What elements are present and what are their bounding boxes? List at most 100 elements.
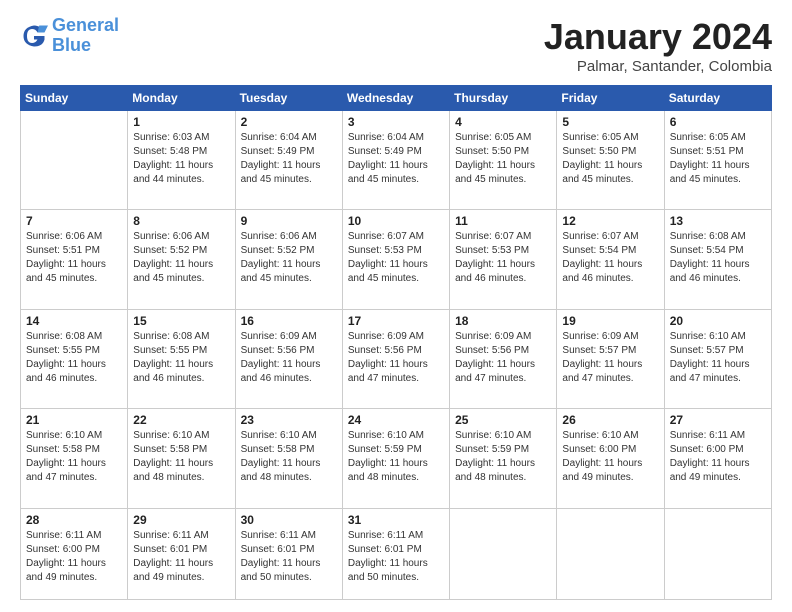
day-number: 18	[455, 314, 551, 328]
day-info: Sunrise: 6:03 AMSunset: 5:48 PMDaylight:…	[133, 131, 229, 187]
day-number: 21	[26, 413, 122, 427]
day-info: Sunrise: 6:11 AMSunset: 6:00 PMDaylight:…	[26, 529, 122, 585]
day-number: 8	[133, 214, 229, 228]
day-number: 10	[348, 214, 444, 228]
day-number: 9	[241, 214, 337, 228]
day-info: Sunrise: 6:07 AMSunset: 5:54 PMDaylight:…	[562, 230, 658, 286]
day-number: 27	[670, 413, 766, 427]
header-monday: Monday	[128, 86, 235, 111]
header: General Blue January 2024 Palmar, Santan…	[20, 16, 772, 75]
day-number: 5	[562, 115, 658, 129]
day-cell: 25Sunrise: 6:10 AMSunset: 5:59 PMDayligh…	[450, 409, 557, 508]
day-cell: 16Sunrise: 6:09 AMSunset: 5:56 PMDayligh…	[235, 309, 342, 408]
day-info: Sunrise: 6:09 AMSunset: 5:56 PMDaylight:…	[455, 330, 551, 386]
month-title: January 2024	[544, 16, 772, 58]
day-number: 11	[455, 214, 551, 228]
header-sunday: Sunday	[21, 86, 128, 111]
logo-blue: Blue	[52, 36, 119, 56]
logo-icon	[20, 22, 48, 50]
day-number: 6	[670, 115, 766, 129]
day-cell: 7Sunrise: 6:06 AMSunset: 5:51 PMDaylight…	[21, 210, 128, 309]
day-cell: 28 Sunrise: 6:11 AMSunset: 6:00 PMDayligh…	[21, 508, 128, 600]
day-cell	[450, 508, 557, 600]
day-cell: 23 Sunrise: 6:10 AMSunset: 5:58 PMDayligh…	[235, 409, 342, 508]
day-number: 31	[348, 513, 444, 527]
header-friday: Friday	[557, 86, 664, 111]
day-cell: 9 Sunrise: 6:06 AMSunset: 5:52 PMDaylight…	[235, 210, 342, 309]
day-number: 29	[133, 513, 229, 527]
day-number: 3	[348, 115, 444, 129]
day-info: Sunrise: 6:07 AMSunset: 5:53 PMDaylight:…	[348, 230, 444, 286]
logo-general: General	[52, 15, 119, 35]
day-number: 24	[348, 413, 444, 427]
day-cell: 13 Sunrise: 6:08 AMSunset: 5:54 PMDayligh…	[664, 210, 771, 309]
day-info: Sunrise: 6:07 AMSunset: 5:53 PMDaylight:…	[455, 230, 551, 286]
day-info: Sunrise: 6:06 AMSunset: 5:52 PMDaylight:…	[133, 230, 229, 286]
day-number: 13	[670, 214, 766, 228]
day-number: 30	[241, 513, 337, 527]
week-row-0: 1 Sunrise: 6:03 AMSunset: 5:48 PMDaylight…	[21, 111, 772, 210]
header-thursday: Thursday	[450, 86, 557, 111]
week-row-3: 21 Sunrise: 6:10 AMSunset: 5:58 PMDayligh…	[21, 409, 772, 508]
logo-text: General Blue	[52, 16, 119, 56]
day-number: 22	[133, 413, 229, 427]
day-cell: 31 Sunrise: 6:11 AMSunset: 6:01 PMDayligh…	[342, 508, 449, 600]
day-info: Sunrise: 6:05 AMSunset: 5:50 PMDaylight:…	[562, 131, 658, 187]
day-number: 12	[562, 214, 658, 228]
location: Palmar, Santander, Colombia	[544, 58, 772, 75]
day-info: Sunrise: 6:10 AMSunset: 5:58 PMDaylight:…	[133, 429, 229, 485]
day-cell	[21, 111, 128, 210]
day-info: Sunrise: 6:10 AMSunset: 5:57 PMDaylight:…	[670, 330, 766, 386]
day-cell: 5 Sunrise: 6:05 AMSunset: 5:50 PMDaylight…	[557, 111, 664, 210]
day-info: Sunrise: 6:09 AMSunset: 5:56 PMDaylight:…	[348, 330, 444, 386]
calendar-header-row: SundayMondayTuesdayWednesdayThursdayFrid…	[21, 86, 772, 111]
day-cell: 29 Sunrise: 6:11 AMSunset: 6:01 PMDayligh…	[128, 508, 235, 600]
header-tuesday: Tuesday	[235, 86, 342, 111]
day-info: Sunrise: 6:10 AMSunset: 5:58 PMDaylight:…	[241, 429, 337, 485]
day-cell: 10 Sunrise: 6:07 AMSunset: 5:53 PMDayligh…	[342, 210, 449, 309]
day-info: Sunrise: 6:05 AMSunset: 5:51 PMDaylight:…	[670, 131, 766, 187]
week-row-2: 14 Sunrise: 6:08 AMSunset: 5:55 PMDayligh…	[21, 309, 772, 408]
day-number: 28	[26, 513, 122, 527]
day-info: Sunrise: 6:06 AMSunset: 5:52 PMDaylight:…	[241, 230, 337, 286]
day-cell: 14 Sunrise: 6:08 AMSunset: 5:55 PMDayligh…	[21, 309, 128, 408]
day-cell: 24Sunrise: 6:10 AMSunset: 5:59 PMDayligh…	[342, 409, 449, 508]
day-cell: 11 Sunrise: 6:07 AMSunset: 5:53 PMDayligh…	[450, 210, 557, 309]
day-cell: 30 Sunrise: 6:11 AMSunset: 6:01 PMDayligh…	[235, 508, 342, 600]
day-number: 14	[26, 314, 122, 328]
day-cell	[557, 508, 664, 600]
day-number: 1	[133, 115, 229, 129]
day-number: 19	[562, 314, 658, 328]
day-info: Sunrise: 6:09 AMSunset: 5:57 PMDaylight:…	[562, 330, 658, 386]
day-info: Sunrise: 6:11 AMSunset: 6:01 PMDaylight:…	[348, 529, 444, 585]
day-cell: 3 Sunrise: 6:04 AMSunset: 5:49 PMDaylight…	[342, 111, 449, 210]
day-cell: 20Sunrise: 6:10 AMSunset: 5:57 PMDayligh…	[664, 309, 771, 408]
day-cell: 6 Sunrise: 6:05 AMSunset: 5:51 PMDaylight…	[664, 111, 771, 210]
day-number: 26	[562, 413, 658, 427]
day-cell: 18 Sunrise: 6:09 AMSunset: 5:56 PMDayligh…	[450, 309, 557, 408]
day-cell: 1 Sunrise: 6:03 AMSunset: 5:48 PMDaylight…	[128, 111, 235, 210]
day-info: Sunrise: 6:11 AMSunset: 6:01 PMDaylight:…	[241, 529, 337, 585]
day-info: Sunrise: 6:04 AMSunset: 5:49 PMDaylight:…	[241, 131, 337, 187]
header-saturday: Saturday	[664, 86, 771, 111]
day-number: 25	[455, 413, 551, 427]
day-info: Sunrise: 6:08 AMSunset: 5:55 PMDaylight:…	[26, 330, 122, 386]
day-cell: 2 Sunrise: 6:04 AMSunset: 5:49 PMDaylight…	[235, 111, 342, 210]
day-number: 15	[133, 314, 229, 328]
day-info: Sunrise: 6:04 AMSunset: 5:49 PMDaylight:…	[348, 131, 444, 187]
day-number: 23	[241, 413, 337, 427]
logo: General Blue	[20, 16, 119, 56]
day-number: 7	[26, 214, 122, 228]
day-info: Sunrise: 6:08 AMSunset: 5:54 PMDaylight:…	[670, 230, 766, 286]
day-number: 2	[241, 115, 337, 129]
day-cell: 4Sunrise: 6:05 AMSunset: 5:50 PMDaylight…	[450, 111, 557, 210]
day-cell: 26Sunrise: 6:10 AMSunset: 6:00 PMDayligh…	[557, 409, 664, 508]
day-cell	[664, 508, 771, 600]
day-info: Sunrise: 6:10 AMSunset: 5:58 PMDaylight:…	[26, 429, 122, 485]
day-cell: 17 Sunrise: 6:09 AMSunset: 5:56 PMDayligh…	[342, 309, 449, 408]
page: General Blue January 2024 Palmar, Santan…	[0, 0, 792, 612]
day-cell: 27Sunrise: 6:11 AMSunset: 6:00 PMDayligh…	[664, 409, 771, 508]
day-number: 17	[348, 314, 444, 328]
day-number: 4	[455, 115, 551, 129]
day-info: Sunrise: 6:11 AMSunset: 6:01 PMDaylight:…	[133, 529, 229, 585]
